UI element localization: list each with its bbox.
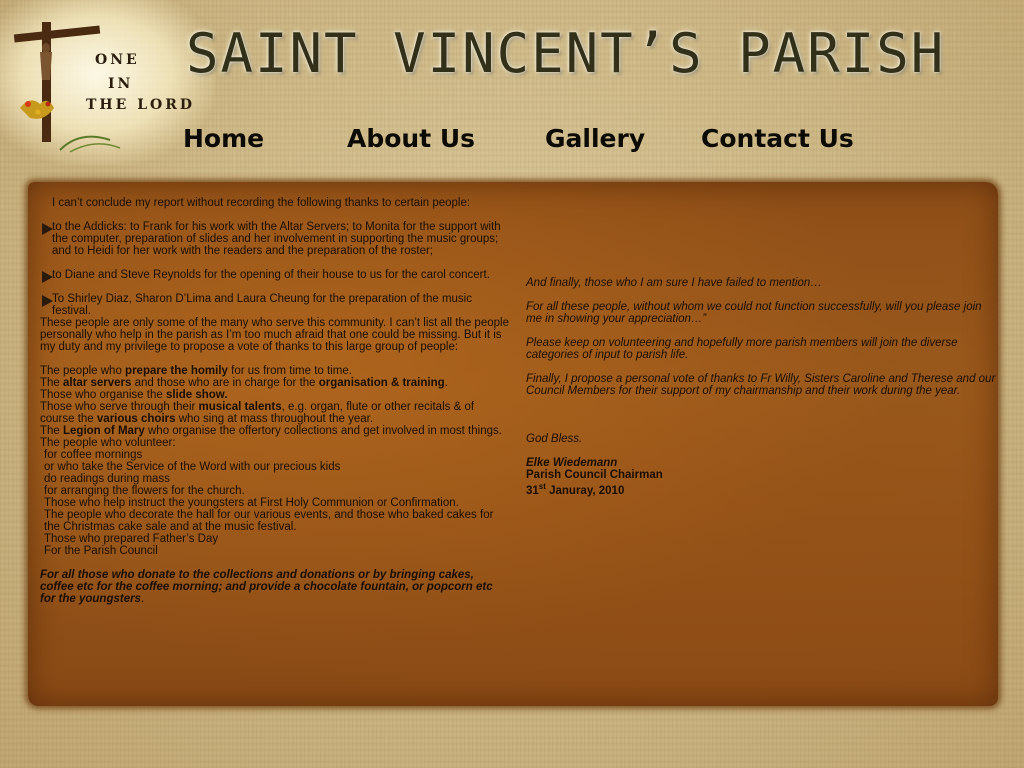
- signer-role: Parish Council Chairman: [526, 469, 996, 481]
- text-segment: The people who: [40, 365, 126, 377]
- thanks-item-text: to Diane and Steve Reynolds for the open…: [52, 269, 490, 281]
- text-segment: The: [40, 425, 64, 437]
- text-segment: .: [140, 593, 145, 605]
- date-rest: Januray, 2010: [545, 484, 625, 497]
- thanks-item-text: to the Addicks: to Frank for his work wi…: [52, 221, 501, 257]
- text-bold-italic: Elke Wiedemann: [526, 457, 618, 469]
- thanks-line-legion: The Legion of Mary who organise the offe…: [40, 425, 510, 437]
- text-bold: Parish Council Chairman: [526, 469, 663, 481]
- thanks-line-music: Those who serve through their musical ta…: [40, 401, 510, 425]
- report-right-column: And finally, those who I am sure I have …: [526, 277, 996, 497]
- text-segment: .: [444, 377, 448, 389]
- volunteer-item: Those who help instruct the youngsters a…: [44, 497, 459, 509]
- text-bold: slide show.: [165, 389, 228, 401]
- closing-donations: For all those who donate to the collecti…: [40, 569, 510, 605]
- closing-paragraph: For all these people, without whom we co…: [526, 301, 982, 325]
- main-nav: Home About Us Gallery Contact Us: [0, 124, 1024, 160]
- text-segment: Those who serve through their: [40, 401, 199, 413]
- thanks-line-homily: The people who prepare the homily for us…: [40, 365, 510, 377]
- logo-text-the-lord: THE LORD: [86, 97, 196, 113]
- signature-date: 31st Januray, 2010: [526, 481, 996, 497]
- date-suffix: st: [538, 482, 546, 491]
- closing-paragraph: And finally, those who I am sure I have …: [526, 277, 822, 289]
- thanks-item: to Diane and Steve Reynolds for the open…: [40, 269, 510, 283]
- text-bold: Legion of Mary: [63, 425, 145, 437]
- thanks-line-altar: The altar servers and those who are in c…: [40, 377, 510, 389]
- volunteer-item: do readings during mass: [44, 473, 170, 485]
- text-bold: musical talents: [198, 401, 282, 413]
- text-bold: various choirs: [96, 413, 176, 425]
- thanks-item: To Shirley Diaz, Sharon D’Lima and Laura…: [40, 293, 510, 317]
- logo-text-one: ONE: [95, 52, 140, 68]
- nav-about-link[interactable]: About Us: [347, 124, 475, 153]
- text-segment: for us from time to time.: [227, 365, 352, 377]
- text-segment: and those who are in charge for the: [131, 377, 319, 389]
- nav-gallery-link[interactable]: Gallery: [545, 124, 645, 153]
- report-left-column: I can’t conclude my report without recor…: [40, 197, 510, 605]
- text-segment: The: [40, 377, 64, 389]
- triangle-bullet-icon: [42, 295, 53, 307]
- thanks-intro: I can’t conclude my report without recor…: [52, 197, 471, 209]
- closing-paragraph: Finally, I propose a personal vote of th…: [526, 373, 996, 397]
- site-title: SAINT VINCENT’S PARISH: [186, 22, 946, 85]
- volunteer-heading: The people who volunteer:: [40, 437, 176, 449]
- thanks-line-slideshow: Those who organise the slide show.: [40, 389, 510, 401]
- volunteer-item: for arranging the flowers for the church…: [44, 485, 245, 497]
- text-segment: who organise the offertory collections a…: [144, 425, 502, 437]
- volunteer-item: For the Parish Council: [44, 545, 158, 557]
- service-paragraph: These people are only some of the many w…: [40, 317, 509, 353]
- nav-contact-link[interactable]: Contact Us: [701, 124, 854, 153]
- logo-text-in: IN: [108, 76, 134, 92]
- text-bold: organisation & training: [318, 377, 445, 389]
- triangle-bullet-icon: [42, 271, 53, 283]
- triangle-bullet-icon: [42, 223, 53, 235]
- signer-name: Elke Wiedemann: [526, 457, 996, 469]
- closing-paragraph: Please keep on volunteering and hopefull…: [526, 337, 958, 361]
- thanks-item: to the Addicks: to Frank for his work wi…: [40, 221, 510, 257]
- thanks-item-text: To Shirley Diaz, Sharon D’Lima and Laura…: [52, 293, 472, 317]
- volunteer-item: The people who decorate the hall for our…: [44, 509, 494, 533]
- blessing-text: God Bless.: [526, 433, 583, 445]
- nav-home-link[interactable]: Home: [183, 124, 264, 153]
- volunteer-item: for coffee mornings: [44, 449, 143, 461]
- text-segment: who sing at mass throughout the year.: [175, 413, 374, 425]
- text-bold: prepare the homily: [125, 365, 228, 377]
- text-bold-italic: For all those who donate to the collecti…: [40, 569, 493, 605]
- text-segment: Those who organise the: [40, 389, 166, 401]
- volunteer-item: or who take the Service of the Word with…: [44, 461, 341, 473]
- volunteer-item: Those who prepared Father’s Day: [44, 533, 219, 545]
- date-day: 31: [526, 484, 539, 497]
- text-bold: altar servers: [63, 377, 132, 389]
